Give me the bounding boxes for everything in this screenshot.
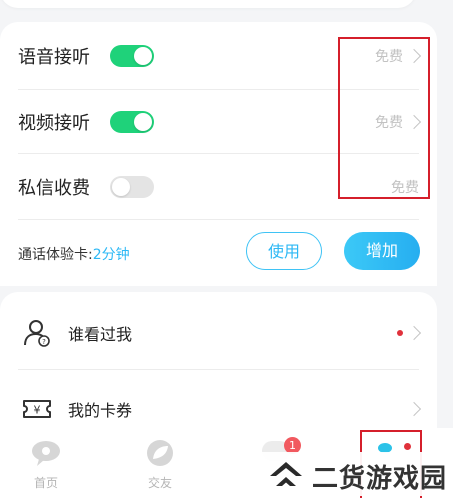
who-viewed-me-row[interactable]: ? 谁看过我 (18, 296, 422, 370)
voice-answer-label: 语音接听 (18, 46, 90, 68)
annotation-box-prices (338, 37, 430, 199)
person-question-icon: ? (24, 319, 50, 347)
tab-home-label: 首页 (33, 476, 58, 490)
tab-home[interactable]: 首页 (16, 438, 76, 494)
home-chat-icon (32, 441, 60, 466)
tab-friends[interactable]: 交友 (130, 438, 190, 494)
use-button[interactable]: 使用 (246, 232, 322, 270)
video-answer-toggle[interactable] (110, 110, 154, 133)
toggle-knob (134, 46, 152, 65)
leaf-icon (147, 440, 173, 466)
tab-friends-label: 交友 (147, 476, 172, 490)
toggle-knob (134, 112, 152, 131)
watermark: 二货游戏园 (262, 452, 453, 496)
watermark-text: 二货游戏园 (312, 464, 448, 494)
toggle-knob (112, 177, 130, 196)
red-dot-indicator (397, 329, 403, 336)
who-viewed-me-label: 谁看过我 (68, 324, 133, 344)
menu-card: ? 谁看过我 ¥ 我的卡券 (0, 292, 437, 442)
previous-card-bottom (0, 0, 416, 8)
chevron-up-logo-icon (270, 462, 302, 486)
voice-answer-toggle[interactable] (110, 44, 154, 67)
my-coupons-label: 我的卡券 (68, 401, 133, 420)
svg-text:?: ? (42, 338, 46, 346)
previous-card-edge (0, 0, 453, 14)
chevron-right-icon (406, 325, 422, 340)
add-button[interactable]: 增加 (344, 232, 420, 270)
chevron-right-icon (406, 401, 422, 417)
call-trial-card-label: 通话体验卡:2分钟 (18, 244, 130, 264)
video-answer-label: 视频接听 (18, 112, 90, 134)
call-trial-card-prefix: 通话体验卡: (18, 247, 93, 263)
private-msg-fee-toggle[interactable] (110, 175, 154, 198)
private-msg-fee-label: 私信收费 (18, 177, 90, 199)
call-trial-card-row: 通话体验卡:2分钟 使用 增加 (18, 228, 420, 276)
coupon-yen-icon: ¥ (23, 400, 51, 418)
call-trial-card-value: 2分钟 (92, 247, 130, 263)
svg-text:¥: ¥ (34, 404, 41, 417)
